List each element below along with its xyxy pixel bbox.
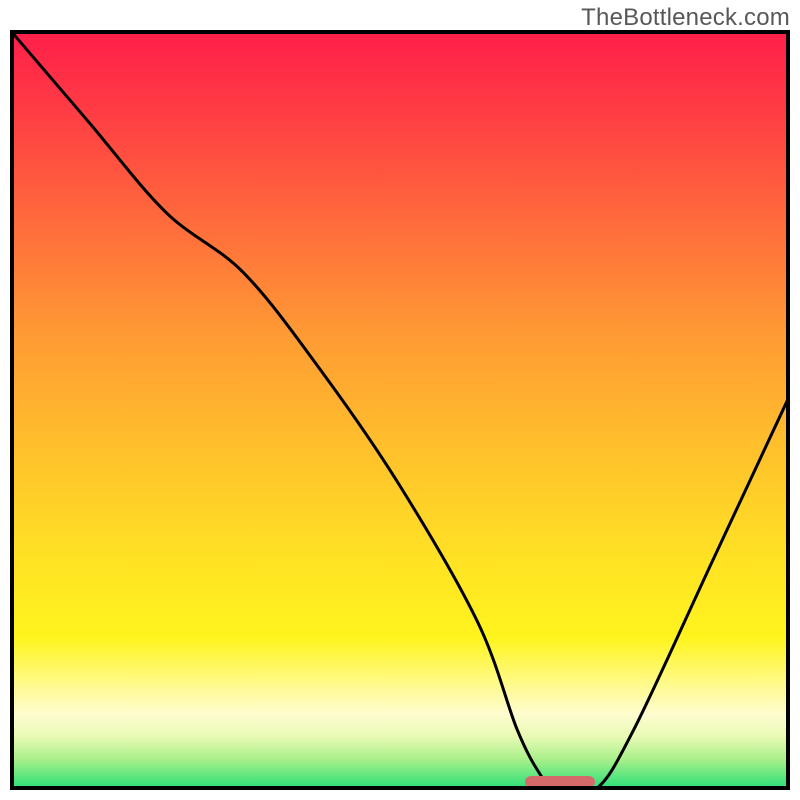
optimal-marker <box>525 776 595 788</box>
bottleneck-curve <box>10 30 790 790</box>
plot-area <box>10 30 790 790</box>
watermark-label: TheBottleneck.com <box>581 4 790 32</box>
line-layer <box>10 30 790 790</box>
chart-stage: TheBottleneck.com <box>0 0 800 800</box>
